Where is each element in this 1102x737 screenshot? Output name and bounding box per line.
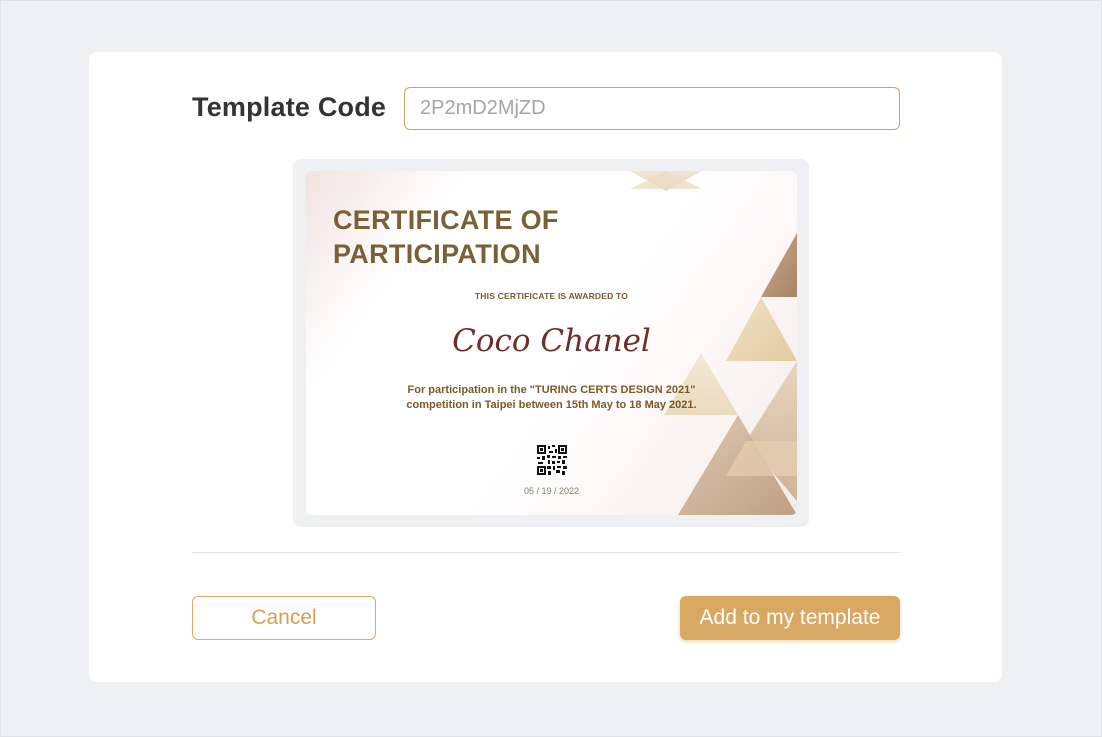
- certificate-recipient-name: Coco Chanel: [452, 323, 651, 359]
- certificate-description: For participation in the "TURING CERTS D…: [306, 383, 797, 413]
- certificate: CERTIFICATE OF PARTICIPATION THIS CERTIF…: [306, 171, 797, 515]
- certificate-title-line-1: CERTIFICATE OF: [333, 205, 559, 235]
- qr-code-icon: [537, 445, 567, 475]
- template-code-input[interactable]: [404, 87, 900, 130]
- certificate-description-line-1: For participation in the "TURING CERTS D…: [407, 384, 696, 396]
- certificate-awarded-text: THIS CERTIFICATE IS AWARDED TO: [474, 291, 629, 301]
- template-code-label: Template Code: [192, 92, 387, 122]
- divider: [192, 552, 900, 553]
- certificate-title-line-2: PARTICIPATION: [333, 239, 541, 269]
- certificate-preview: CERTIFICATE OF PARTICIPATION THIS CERTIF…: [293, 159, 809, 527]
- cancel-button[interactable]: Cancel: [192, 596, 376, 640]
- certificate-date: 05 / 19 / 2022: [523, 486, 580, 496]
- certificate-description-line-2: competition in Taipei between 15th May t…: [406, 399, 697, 411]
- add-to-my-template-button[interactable]: Add to my template: [680, 596, 900, 640]
- template-dialog: Template Code 2P2mD2MjZD CERTIFICATE OF …: [89, 52, 1002, 682]
- certificate-title: CERTIFICATE OF PARTICIPATION: [333, 203, 633, 271]
